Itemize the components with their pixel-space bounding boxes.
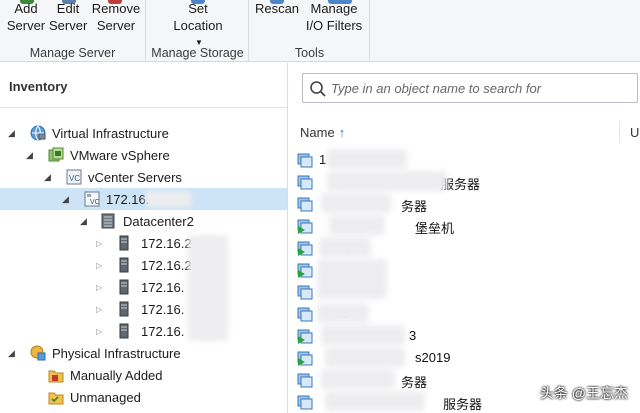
vm-name: 务器 <box>401 199 428 214</box>
redaction-blur <box>329 215 385 235</box>
redaction-blur <box>325 391 425 411</box>
vm-icon <box>297 307 313 322</box>
tree-item-vcenter-host[interactable]: ◢ VC 172.16. <box>0 188 287 210</box>
inventory-panel: Inventory ◢ Virtual Infrastructure ◢ VMw… <box>0 63 288 413</box>
set-location-button[interactable]: Set Location ▼ <box>157 0 239 47</box>
rescan-button[interactable]: Rescan <box>254 0 300 44</box>
vm-name: 1 <box>319 152 327 167</box>
host-icon <box>119 323 129 339</box>
tree-item-datacenter2[interactable]: ◢ Datacenter2 <box>0 210 287 232</box>
vm-icon <box>297 373 313 388</box>
redaction-blur <box>317 259 387 299</box>
search-box[interactable] <box>302 73 638 103</box>
add-server-button[interactable]: Add Server <box>6 0 46 44</box>
datacenter-icon <box>101 213 115 229</box>
vm-name: 3 <box>409 328 417 343</box>
vm-name: 服务器 <box>443 397 483 412</box>
tree-item-host[interactable]: ▷ 172.16. <box>0 320 287 342</box>
redaction-blur <box>327 171 447 191</box>
redaction-blur <box>145 191 191 207</box>
vm-running-icon <box>297 329 313 344</box>
watermark: 头条 @王忘杰 <box>539 385 628 401</box>
column-header-name[interactable]: Name ↑ <box>300 125 345 140</box>
sort-ascending-icon: ↑ <box>338 125 346 140</box>
collapse-toggle-icon[interactable]: ▷ <box>96 283 102 292</box>
ribbon-group-manage-server: Add Server Edit Server Remove Server Man… <box>0 0 146 62</box>
vm-running-icon <box>297 241 313 256</box>
search-icon <box>310 81 326 97</box>
vm-icon <box>297 395 313 410</box>
collapse-toggle-icon[interactable]: ▷ <box>96 261 102 270</box>
collapse-toggle-icon[interactable]: ▷ <box>96 327 102 336</box>
ribbon-group-manage-storage: Set Location ▼ Manage Storage <box>147 0 249 62</box>
redaction-blur <box>319 237 371 257</box>
expand-toggle-icon[interactable]: ◢ <box>80 216 87 227</box>
tree-item-host[interactable]: ▷ 172.16. <box>0 298 287 320</box>
host-icon <box>119 257 129 273</box>
divider <box>0 107 287 108</box>
vm-icon <box>297 197 313 212</box>
tree-item-vmware-vsphere[interactable]: ◢ VMware vSphere <box>0 144 287 166</box>
manually-added-icon <box>48 370 64 383</box>
inventory-title: Inventory <box>9 79 68 94</box>
vm-icon <box>297 175 313 190</box>
collapse-toggle-icon[interactable]: ▷ <box>96 305 102 314</box>
expand-toggle-icon[interactable]: ◢ <box>62 194 69 205</box>
tree-item-manually-added[interactable]: Manually Added <box>0 364 287 386</box>
redaction-blur <box>327 149 407 169</box>
vm-icon <box>297 285 313 300</box>
vcenter-servers-icon: VC <box>66 169 82 185</box>
redaction-blur <box>188 235 228 341</box>
unmanaged-icon <box>48 392 64 405</box>
expand-toggle-icon[interactable]: ◢ <box>44 172 51 183</box>
search-input[interactable] <box>331 78 631 98</box>
vm-running-icon <box>297 219 313 234</box>
vm-name: s2019 <box>415 350 451 365</box>
tree-item-vcenter-servers[interactable]: ◢ VC vCenter Servers <box>0 166 287 188</box>
collapse-toggle-icon[interactable]: ▷ <box>96 239 102 248</box>
expand-toggle-icon[interactable]: ◢ <box>26 150 33 161</box>
edit-server-button[interactable]: Edit Server <box>49 0 87 44</box>
ribbon-toolbar: Add Server Edit Server Remove Server Man… <box>0 0 640 62</box>
ribbon-group-label: Manage Storage <box>151 46 244 60</box>
virtual-infrastructure-icon <box>30 125 46 141</box>
redaction-blur <box>321 369 395 389</box>
vm-icon <box>297 153 313 168</box>
tree-item-unmanaged[interactable]: Unmanaged <box>0 386 287 408</box>
tree-item-host[interactable]: ▷ 172.16. <box>0 276 287 298</box>
host-icon <box>119 301 129 317</box>
vm-name: 务器 <box>401 375 428 390</box>
vm-running-icon <box>297 263 313 278</box>
host-icon <box>119 235 129 251</box>
column-divider[interactable] <box>619 121 620 143</box>
vm-running-icon <box>297 351 313 366</box>
object-list-panel: Name↑ U 1服务器务器堡垒机ver23s2019务器服务器 <box>289 63 640 413</box>
tree-item-host[interactable]: ▷ 172.16.2 <box>0 232 287 254</box>
redaction-blur <box>317 303 369 323</box>
redaction-blur <box>325 347 405 367</box>
ribbon-group-label: Tools <box>294 46 325 60</box>
tree-item-physical-infrastructure[interactable]: ◢ Physical Infrastructure <box>0 342 287 364</box>
expand-toggle-icon[interactable]: ◢ <box>8 128 15 139</box>
svg-text:VC: VC <box>90 199 100 206</box>
host-icon <box>119 279 129 295</box>
column-header-u[interactable]: U <box>630 125 639 140</box>
svg-text:VC: VC <box>69 174 80 183</box>
remove-server-button[interactable]: Remove Server <box>89 0 143 44</box>
ribbon-group-label: Manage Server <box>29 46 116 60</box>
manage-io-filters-button[interactable]: Manage I/O Filters <box>302 0 366 44</box>
vsphere-icon <box>48 147 64 162</box>
expand-toggle-icon[interactable]: ◢ <box>8 348 15 359</box>
redaction-blur <box>321 193 391 213</box>
vcenter-icon: VC <box>84 191 100 207</box>
physical-infrastructure-icon <box>30 345 46 361</box>
tree-item-host[interactable]: ▷ 172.16.2 <box>0 254 287 276</box>
ribbon-group-tools: Rescan Manage I/O Filters Tools <box>250 0 370 62</box>
tree-item-virtual-infrastructure[interactable]: ◢ Virtual Infrastructure <box>0 122 287 144</box>
redaction-blur <box>321 325 405 345</box>
vm-name: 堡垒机 <box>415 221 455 236</box>
